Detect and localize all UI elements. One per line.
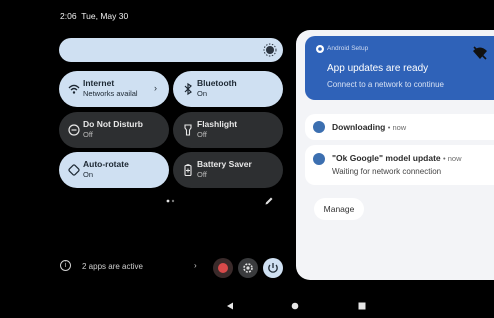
tile-dnd-subtitle: Off: [83, 130, 93, 139]
tile-bluetooth-title: Bluetooth: [197, 78, 237, 88]
tile-auto-rotate[interactable]: Auto-rotate On: [59, 152, 169, 188]
power-button[interactable]: [263, 258, 283, 278]
ok-google-body: Waiting for network connection: [332, 167, 442, 176]
flashlight-icon: [184, 124, 192, 136]
gear-icon: [243, 263, 253, 273]
setup-title: App updates are ready: [327, 63, 429, 74]
power-icon: [268, 263, 278, 273]
notification-panel: Android Setup App updates are ready Conn…: [296, 30, 494, 280]
back-icon[interactable]: [226, 302, 234, 310]
tile-internet-title: Internet: [83, 78, 115, 88]
notification-downloading[interactable]: Downloading • now: [305, 114, 494, 140]
auto-rotate-icon: [68, 164, 80, 176]
download-arrow-icon: [313, 153, 325, 165]
downloading-title: Downloading • now: [332, 122, 407, 132]
status-bar: 2:06 Tue, May 30: [60, 11, 128, 21]
tile-do-not-disturb[interactable]: Do Not Disturb Off: [59, 112, 169, 148]
ok-google-time: • now: [443, 154, 462, 163]
tile-dnd-title: Do Not Disturb: [83, 119, 143, 129]
downloading-time: • now: [387, 123, 407, 132]
tile-battery-saver-title: Battery Saver: [197, 159, 252, 169]
notification-android-setup[interactable]: Android Setup App updates are ready Conn…: [305, 36, 494, 100]
bluetooth-icon: [184, 82, 192, 96]
setup-app-name: Android Setup: [327, 45, 369, 52]
tile-internet-subtitle: Networks availal: [83, 89, 138, 98]
user-icon: [218, 263, 228, 273]
tile-bluetooth[interactable]: Bluetooth On: [173, 71, 283, 107]
user-switch-button[interactable]: [213, 258, 233, 278]
tile-bluetooth-subtitle: On: [197, 89, 208, 98]
notification-ok-google[interactable]: "Ok Google" model update • now Waiting f…: [305, 145, 494, 185]
settings-button[interactable]: [238, 258, 258, 278]
tile-internet[interactable]: Internet Networks availal ›: [59, 71, 169, 107]
battery-saver-icon: [184, 164, 192, 177]
brightness-slider[interactable]: [59, 38, 283, 62]
brightness-icon: [263, 43, 277, 57]
wifi-icon: [68, 84, 80, 94]
status-date: Tue, May 30: [81, 11, 129, 21]
do-not-disturb-icon: [68, 124, 80, 136]
tile-flashlight-title: Flashlight: [197, 119, 238, 129]
page-indicator: [166, 199, 175, 203]
ok-google-title: "Ok Google" model update • now: [332, 153, 462, 163]
status-time: 2:06: [60, 11, 77, 21]
download-icon: [313, 121, 325, 133]
edit-icon[interactable]: [264, 196, 274, 206]
tile-auto-rotate-subtitle: On: [83, 170, 94, 179]
info-icon: i: [60, 260, 71, 271]
tile-battery-saver[interactable]: Battery Saver Off: [173, 152, 283, 188]
chevron-right-icon[interactable]: ›: [154, 83, 157, 93]
home-icon[interactable]: [291, 302, 299, 310]
android-setup-icon: [316, 45, 324, 53]
wifi-off-icon: [473, 46, 487, 60]
recents-icon[interactable]: [358, 302, 366, 310]
chevron-right-icon: ›: [194, 261, 197, 270]
tile-auto-rotate-title: Auto-rotate: [83, 159, 129, 169]
tile-battery-saver-subtitle: Off: [197, 170, 207, 179]
tile-flashlight-subtitle: Off: [197, 130, 207, 139]
active-apps-label: 2 apps are active: [82, 262, 143, 271]
setup-body: Connect to a network to continue: [327, 80, 444, 89]
tile-flashlight[interactable]: Flashlight Off: [173, 112, 283, 148]
manage-button[interactable]: Manage: [314, 198, 364, 220]
